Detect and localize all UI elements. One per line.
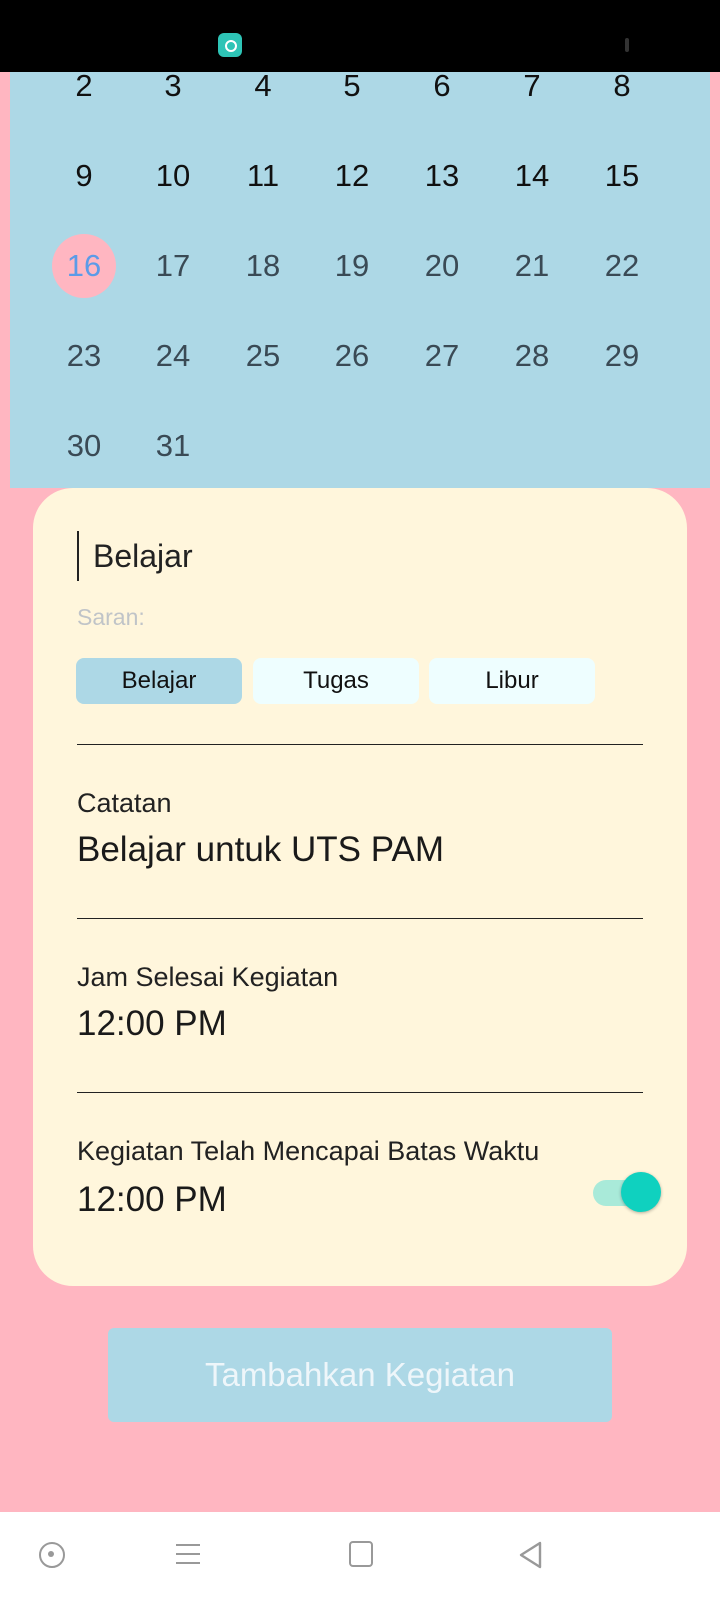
status-indicator-icon xyxy=(625,38,629,52)
calendar-day-26[interactable]: 26 xyxy=(317,321,387,391)
end-time-label: Jam Selesai Kegiatan xyxy=(77,962,339,992)
suggestions-label: Saran: xyxy=(77,604,145,630)
calendar-day-23[interactable]: 23 xyxy=(49,321,119,391)
calendar-day-5[interactable]: 5 xyxy=(317,51,387,121)
calendar-day-18[interactable]: 18 xyxy=(228,231,298,301)
deadline-label: Kegiatan Telah Mencapai Batas Waktu xyxy=(77,1136,540,1166)
calendar-day-4[interactable]: 4 xyxy=(228,51,298,121)
recent-apps-icon[interactable] xyxy=(348,1540,378,1570)
calendar-day-30[interactable]: 30 xyxy=(49,411,119,481)
back-icon[interactable] xyxy=(516,1540,546,1570)
calendar-day-17[interactable]: 17 xyxy=(138,231,208,301)
calendar-day-28[interactable]: 28 xyxy=(497,321,567,391)
home-circle-icon[interactable] xyxy=(37,1540,67,1570)
note-value[interactable]: Belajar untuk UTS PAM xyxy=(77,830,444,870)
divider xyxy=(77,744,643,745)
calendar-day-25[interactable]: 25 xyxy=(228,321,298,391)
calendar-day-6[interactable]: 6 xyxy=(407,51,477,121)
calendar-day-12[interactable]: 12 xyxy=(317,141,387,211)
activity-title-input[interactable]: Belajar xyxy=(77,530,637,582)
suggestion-chip-belajar[interactable]: Belajar xyxy=(76,658,242,704)
divider xyxy=(77,1092,643,1093)
deadline-value[interactable]: 12:00 PM xyxy=(77,1180,227,1220)
calendar-day-2[interactable]: 2 xyxy=(49,51,119,121)
note-label: Catatan xyxy=(77,788,172,818)
menu-icon[interactable] xyxy=(175,1540,205,1570)
calendar-day-24[interactable]: 24 xyxy=(138,321,208,391)
calendar-day-22[interactable]: 22 xyxy=(587,231,657,301)
toggle-thumb xyxy=(621,1172,661,1212)
calendar-day-8[interactable]: 8 xyxy=(587,51,657,121)
calendar-day-9[interactable]: 9 xyxy=(49,141,119,211)
divider xyxy=(77,918,643,919)
calendar-day-19[interactable]: 19 xyxy=(317,231,387,301)
calendar-day-29[interactable]: 29 xyxy=(587,321,657,391)
app-notification-icon xyxy=(218,33,242,57)
calendar-day-3[interactable]: 3 xyxy=(138,51,208,121)
calendar-day-7[interactable]: 7 xyxy=(497,51,567,121)
calendar-day-21[interactable]: 21 xyxy=(497,231,567,301)
calendar-day-16[interactable]: 16 xyxy=(52,234,116,298)
suggestion-chip-libur[interactable]: Libur xyxy=(429,658,595,704)
text-caret xyxy=(77,531,79,581)
calendar-day-27[interactable]: 27 xyxy=(407,321,477,391)
system-nav-bar xyxy=(0,1512,720,1600)
activity-title-value: Belajar xyxy=(93,537,193,574)
calendar-day-10[interactable]: 10 xyxy=(138,141,208,211)
activity-form-card: Belajar Saran: Belajar Tugas Libur Catat… xyxy=(33,488,687,1286)
calendar-day-15[interactable]: 15 xyxy=(587,141,657,211)
add-activity-button[interactable]: Tambahkan Kegiatan xyxy=(108,1328,612,1422)
calendar-day-11[interactable]: 11 xyxy=(228,141,298,211)
calendar-grid: 2 3 4 5 6 7 8 9 10 11 12 13 14 15 16 17 18 19 20 21 22 23 24 25… xyxy=(10,68,710,488)
calendar-day-13[interactable]: 13 xyxy=(407,141,477,211)
calendar-day-14[interactable]: 14 xyxy=(497,141,567,211)
end-time-value[interactable]: 12:00 PM xyxy=(77,1004,227,1044)
calendar-day-31[interactable]: 31 xyxy=(138,411,208,481)
calendar-day-20[interactable]: 20 xyxy=(407,231,477,301)
deadline-toggle[interactable] xyxy=(593,1172,661,1212)
suggestion-chip-tugas[interactable]: Tugas xyxy=(253,658,419,704)
